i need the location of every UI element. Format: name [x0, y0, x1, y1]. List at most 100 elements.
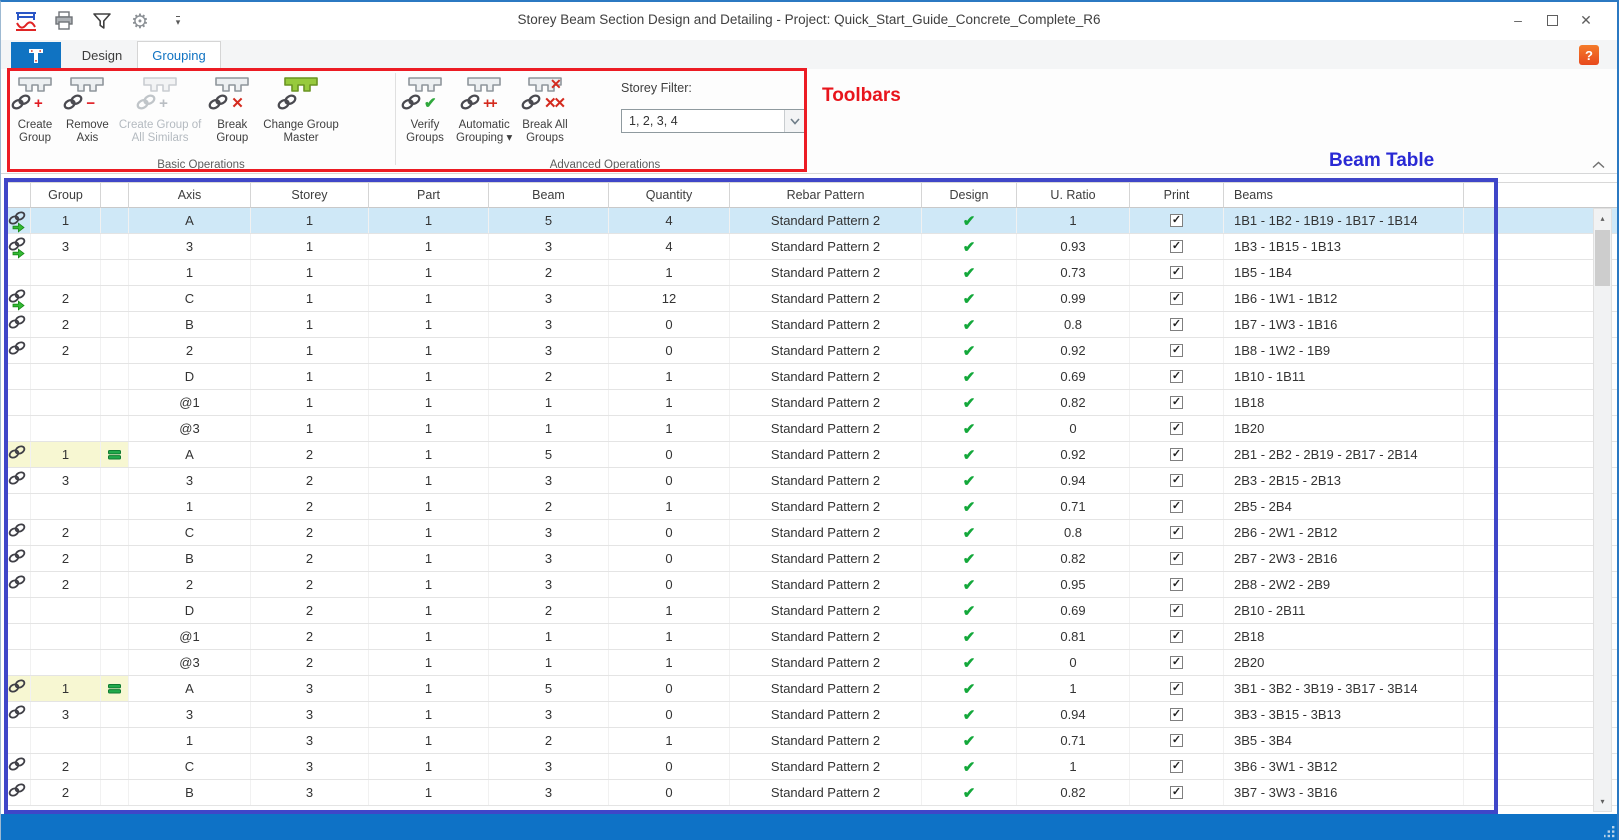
close-button[interactable]: ✕ — [1569, 8, 1603, 32]
cell-beam[interactable]: 2 — [489, 494, 609, 519]
cell-rebar-pattern[interactable]: Standard Pattern 2 — [730, 286, 922, 311]
cell-part[interactable]: 1 — [369, 260, 489, 285]
cell-beam[interactable]: 3 — [489, 234, 609, 259]
cell-u-ratio[interactable]: 0.81 — [1017, 624, 1130, 649]
cell-rebar-pattern[interactable]: Standard Pattern 2 — [730, 780, 922, 805]
cell-rebar-pattern[interactable]: Standard Pattern 2 — [730, 260, 922, 285]
table-row[interactable]: 1A2150Standard Pattern 2✔0.92✓2B1 - 2B2 … — [6, 442, 1617, 468]
cell-storey[interactable]: 1 — [251, 260, 369, 285]
help-button[interactable]: ? — [1579, 45, 1599, 65]
cell-u-ratio[interactable]: 0.94 — [1017, 702, 1130, 727]
cell-part[interactable]: 1 — [369, 598, 489, 623]
resize-grip-icon[interactable] — [1604, 826, 1616, 838]
cell-beams[interactable]: 1B7 - 1W3 - 1B16 — [1224, 312, 1464, 337]
cell-group[interactable]: 2 — [31, 754, 101, 779]
cell-quantity[interactable]: 1 — [609, 494, 730, 519]
cell-beam[interactable]: 2 — [489, 364, 609, 389]
cell-storey[interactable]: 1 — [251, 416, 369, 441]
cell-part[interactable]: 1 — [369, 312, 489, 337]
cell-print[interactable]: ✓ — [1130, 728, 1224, 753]
cell-beam[interactable]: 3 — [489, 338, 609, 363]
cell-print[interactable]: ✓ — [1130, 546, 1224, 571]
change-group-master-button[interactable]: Change Group Master — [258, 71, 343, 145]
table-row[interactable]: 2B3130Standard Pattern 2✔0.82✓3B7 - 3W3 … — [6, 780, 1617, 806]
cell-quantity[interactable]: 1 — [609, 390, 730, 415]
cell-axis[interactable]: @3 — [129, 416, 251, 441]
cell-rebar-pattern[interactable]: Standard Pattern 2 — [730, 546, 922, 571]
print-checkbox[interactable]: ✓ — [1170, 708, 1183, 721]
cell-axis[interactable]: 1 — [129, 728, 251, 753]
cell-rebar-pattern[interactable]: Standard Pattern 2 — [730, 676, 922, 701]
create-group-button[interactable]: +Create Group — [9, 71, 61, 145]
table-row[interactable]: @31111Standard Pattern 2✔0✓1B20 — [6, 416, 1617, 442]
table-row[interactable]: 2B2130Standard Pattern 2✔0.82✓2B7 - 2W3 … — [6, 546, 1617, 572]
table-row[interactable]: @12111Standard Pattern 2✔0.81✓2B18 — [6, 624, 1617, 650]
table-row[interactable]: 333130Standard Pattern 2✔0.94✓3B3 - 3B15… — [6, 702, 1617, 728]
cell-beams[interactable]: 3B1 - 3B2 - 3B19 - 3B17 - 3B14 — [1224, 676, 1464, 701]
cell-u-ratio[interactable]: 0.8 — [1017, 520, 1130, 545]
cell-quantity[interactable]: 1 — [609, 728, 730, 753]
cell-print[interactable]: ✓ — [1130, 650, 1224, 675]
cell-group[interactable] — [31, 390, 101, 415]
cell-quantity[interactable]: 0 — [609, 338, 730, 363]
ribbon-collapse-button[interactable] — [1589, 158, 1607, 172]
cell-quantity[interactable]: 0 — [609, 468, 730, 493]
scroll-up-button[interactable]: ▴ — [1594, 209, 1611, 228]
cell-beam[interactable]: 3 — [489, 286, 609, 311]
cell-group[interactable] — [31, 494, 101, 519]
cell-u-ratio[interactable]: 0.92 — [1017, 338, 1130, 363]
cell-print[interactable]: ✓ — [1130, 520, 1224, 545]
cell-beam[interactable]: 2 — [489, 598, 609, 623]
table-row[interactable]: D2121Standard Pattern 2✔0.69✓2B10 - 2B11 — [6, 598, 1617, 624]
cell-storey[interactable]: 3 — [251, 728, 369, 753]
cell-part[interactable]: 1 — [369, 728, 489, 753]
cell-u-ratio[interactable]: 0 — [1017, 416, 1130, 441]
cell-beams[interactable]: 1B8 - 1W2 - 1B9 — [1224, 338, 1464, 363]
cell-group[interactable]: 2 — [31, 286, 101, 311]
cell-group[interactable]: 1 — [31, 676, 101, 701]
cell-print[interactable]: ✓ — [1130, 260, 1224, 285]
cell-group[interactable]: 2 — [31, 572, 101, 597]
header-storey[interactable]: Storey — [251, 183, 369, 208]
cell-part[interactable]: 1 — [369, 546, 489, 571]
cell-quantity[interactable]: 0 — [609, 442, 730, 467]
cell-axis[interactable]: C — [129, 520, 251, 545]
header-group[interactable]: Group — [31, 183, 101, 208]
cell-axis[interactable]: B — [129, 780, 251, 805]
cell-rebar-pattern[interactable]: Standard Pattern 2 — [730, 520, 922, 545]
cell-axis[interactable]: D — [129, 364, 251, 389]
cell-beams[interactable]: 2B20 — [1224, 650, 1464, 675]
cell-storey[interactable]: 2 — [251, 468, 369, 493]
vertical-scrollbar[interactable]: ▴ ▾ — [1593, 208, 1612, 812]
table-row[interactable]: 331134Standard Pattern 2✔0.93✓1B3 - 1B15… — [6, 234, 1617, 260]
cell-beams[interactable]: 3B6 - 3W1 - 3B12 — [1224, 754, 1464, 779]
print-checkbox[interactable]: ✓ — [1170, 370, 1183, 383]
cell-beams[interactable]: 2B8 - 2W2 - 2B9 — [1224, 572, 1464, 597]
print-checkbox[interactable]: ✓ — [1170, 474, 1183, 487]
cell-part[interactable]: 1 — [369, 208, 489, 233]
cell-beam[interactable]: 3 — [489, 546, 609, 571]
cell-storey[interactable]: 2 — [251, 598, 369, 623]
cell-part[interactable]: 1 — [369, 286, 489, 311]
cell-quantity[interactable]: 0 — [609, 676, 730, 701]
cell-u-ratio[interactable]: 0.92 — [1017, 442, 1130, 467]
cell-rebar-pattern[interactable]: Standard Pattern 2 — [730, 312, 922, 337]
header-part[interactable]: Part — [369, 183, 489, 208]
cell-u-ratio[interactable]: 0.73 — [1017, 260, 1130, 285]
cell-group[interactable] — [31, 624, 101, 649]
cell-part[interactable]: 1 — [369, 364, 489, 389]
cell-quantity[interactable]: 1 — [609, 624, 730, 649]
cell-rebar-pattern[interactable]: Standard Pattern 2 — [730, 572, 922, 597]
cell-beam[interactable]: 5 — [489, 208, 609, 233]
cell-quantity[interactable]: 0 — [609, 546, 730, 571]
cell-part[interactable]: 1 — [369, 234, 489, 259]
print-checkbox[interactable]: ✓ — [1170, 786, 1183, 799]
combobox-dropdown-button[interactable] — [784, 110, 804, 132]
cell-group[interactable]: 1 — [31, 442, 101, 467]
cell-u-ratio[interactable]: 0.93 — [1017, 234, 1130, 259]
maximize-button[interactable] — [1535, 8, 1569, 32]
cell-beam[interactable]: 3 — [489, 520, 609, 545]
table-row[interactable]: 221130Standard Pattern 2✔0.92✓1B8 - 1W2 … — [6, 338, 1617, 364]
cell-print[interactable]: ✓ — [1130, 286, 1224, 311]
scrollbar-thumb[interactable] — [1595, 230, 1610, 286]
